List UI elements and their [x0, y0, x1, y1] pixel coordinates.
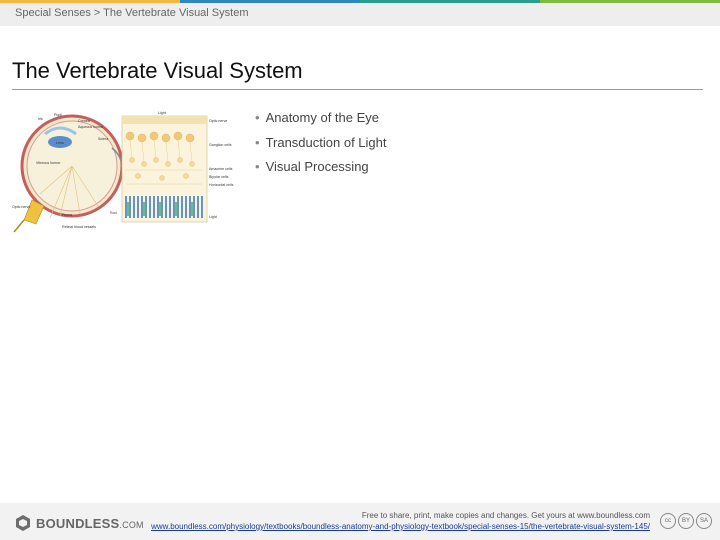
label-aqueous: Aqueous humor [78, 125, 104, 129]
label-cornea: Cornea [78, 119, 90, 123]
boundless-logo[interactable]: BOUNDLESS.COM [14, 514, 144, 532]
topic-item-anatomy[interactable]: • Anatomy of the Eye [255, 110, 387, 135]
label-sclera: Sclera [98, 137, 108, 141]
topic-label: Visual Processing [265, 159, 369, 174]
header-color-stripes [0, 0, 720, 3]
bullet-dot: • [255, 159, 260, 174]
stripe-yellow [0, 0, 180, 3]
label-rod: Rod [110, 211, 117, 215]
label-retinal-blood: Retinal blood vessels [62, 225, 96, 229]
logo-suffix: .COM [119, 519, 144, 530]
eye-anatomy-figure: Iris Pupil Cornea Aqueous humor Sclera L… [12, 111, 234, 233]
cc-sa-icon: SA [696, 513, 712, 529]
stripe-teal [360, 0, 540, 3]
boundless-logo-icon [16, 515, 30, 531]
label-light-top: Light [158, 111, 166, 115]
label-ganglion: Ganglion cells [209, 143, 232, 147]
topic-item-transduction[interactable]: • Transduction of Light [255, 135, 387, 160]
page-title: The Vertebrate Visual System [12, 58, 303, 83]
breadcrumb[interactable]: Special Senses > The Vertebrate Visual S… [15, 7, 248, 19]
label-optic-nerve: Optic nerve [12, 205, 30, 209]
title-divider [12, 89, 703, 90]
stripe-blue [180, 0, 360, 3]
retina-top-layer [122, 116, 207, 124]
label-iris: Iris [38, 117, 43, 121]
label-fovea: Fovea [62, 213, 72, 217]
topic-label: Anatomy of the Eye [265, 110, 380, 125]
logo-text: BOUNDLESS.COM [36, 516, 144, 531]
retina-diagram [121, 115, 208, 223]
footer-license-note: Free to share, print, make copies and ch… [361, 511, 650, 520]
label-lens: Lens [56, 141, 64, 145]
label-vitreous: Vitreous humor [36, 161, 61, 165]
optic-nerve-tail [13, 219, 25, 233]
label-bipolar: Bipolar cells [209, 175, 229, 179]
label-amacrine: Amacrine cells [209, 167, 233, 171]
bullet-dot: • [255, 134, 260, 150]
topic-label: Transduction of Light [265, 134, 387, 150]
cc-license-badges[interactable]: cc BY SA [660, 513, 712, 529]
label-pupil: Pupil [54, 113, 62, 117]
footer-source-link[interactable]: www.boundless.com/physiology/textbooks/b… [151, 522, 650, 531]
label-horizontal: Horizontal cells [209, 183, 234, 187]
topic-item-processing[interactable]: • Visual Processing [255, 159, 387, 184]
cc-by-icon: BY [678, 513, 694, 529]
logo-main: BOUNDLESS [36, 515, 120, 531]
bullet-dot: • [255, 110, 260, 125]
topic-list: • Anatomy of the Eye • Transduction of Lig… [255, 110, 387, 184]
label-retina-optic-nerve: Optic nerve [209, 119, 227, 123]
label-cone: Light [209, 215, 217, 219]
cc-icon: cc [660, 513, 676, 529]
stripe-green [540, 0, 720, 3]
